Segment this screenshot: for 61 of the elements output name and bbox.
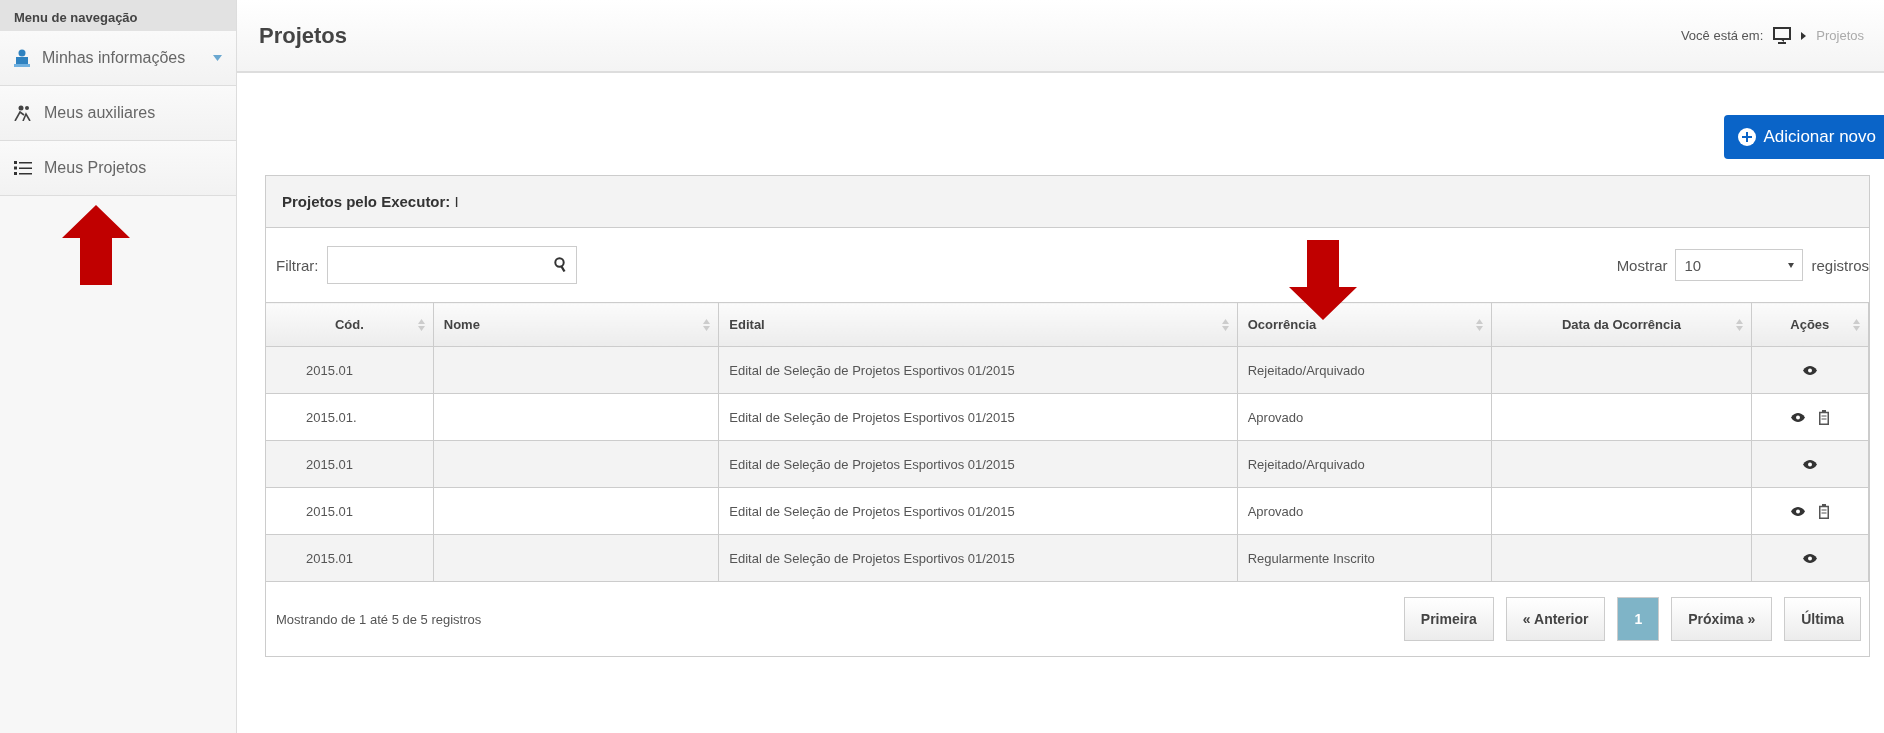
search-icon bbox=[553, 257, 566, 273]
sort-icon bbox=[1735, 319, 1743, 331]
plus-circle-icon bbox=[1737, 128, 1756, 146]
table-cell: Edital de Seleção de Projetos Esportivos 01/2015 bbox=[718, 440, 1238, 488]
caret-icon bbox=[213, 55, 222, 61]
caret-right-icon bbox=[1801, 31, 1807, 40]
breadcrumb-label: Você está em: bbox=[1680, 28, 1764, 43]
records-label: registros bbox=[1811, 256, 1869, 274]
table-cell: Edital de Seleção de Projetos Esportivos 01/2015 bbox=[718, 534, 1238, 582]
trash-icon[interactable] bbox=[1818, 503, 1829, 519]
sort-icon bbox=[1221, 319, 1229, 331]
table-cell: 2015.01 bbox=[266, 440, 434, 488]
filter-field[interactable] bbox=[326, 246, 577, 284]
down-arrow-icon bbox=[1289, 240, 1357, 320]
records-summary: Mostrando de 1 até 5 de 5 registros bbox=[276, 611, 482, 627]
sort-icon bbox=[703, 319, 711, 331]
person-icon bbox=[14, 49, 30, 67]
page-title: Projetos bbox=[259, 22, 348, 49]
list-icon bbox=[14, 160, 32, 176]
eye-icon[interactable] bbox=[1790, 412, 1805, 422]
add-new-button[interactable]: Adicionar novo bbox=[1723, 115, 1884, 159]
table-cell: Edital de Seleção de Projetos Esportivos 01/2015 bbox=[718, 346, 1238, 394]
sort-icon bbox=[417, 319, 425, 331]
pagination-button[interactable]: Última bbox=[1784, 597, 1861, 641]
table-cell: 2015.01 bbox=[266, 487, 434, 535]
table-cell: Edital de Seleção de Projetos Esportivos 01/2015 bbox=[718, 487, 1238, 535]
sort-icon bbox=[1853, 319, 1860, 331]
filter-label: Filtrar: bbox=[276, 256, 319, 274]
pagination-button[interactable]: Primeira bbox=[1403, 597, 1494, 641]
table-cell: 2015.01 bbox=[266, 346, 434, 394]
column-header[interactable]: Edital bbox=[718, 302, 1238, 347]
column-header[interactable]: Ações bbox=[1751, 302, 1869, 347]
column-header[interactable]: Nome bbox=[433, 302, 719, 347]
column-header[interactable]: Data da Ocorrência bbox=[1491, 302, 1752, 347]
up-arrow-icon bbox=[62, 205, 130, 285]
trash-icon[interactable] bbox=[1818, 409, 1829, 425]
pagination-button[interactable]: « Anterior bbox=[1505, 597, 1606, 641]
table-cell: 2015.01. bbox=[266, 393, 434, 441]
monitor-icon[interactable] bbox=[1773, 27, 1792, 44]
sort-icon bbox=[1476, 319, 1484, 331]
table-cell: Regularmente Inscrito bbox=[1237, 534, 1492, 582]
page-size-select[interactable]: 10 bbox=[1675, 249, 1804, 281]
table-cell: Edital de Seleção de Projetos Esportivos 01/2015 bbox=[718, 393, 1238, 441]
table-cell: Rejeitado/Arquivado bbox=[1237, 440, 1492, 488]
caret-down-icon bbox=[1788, 262, 1795, 268]
pagination-button[interactable]: Próxima » bbox=[1671, 597, 1773, 641]
panel-title: Projetos pelo Executor: I bbox=[282, 193, 459, 210]
sidebar-title: Menu de navegação bbox=[0, 0, 236, 31]
eye-icon[interactable] bbox=[1802, 365, 1817, 375]
breadcrumb-current: Projetos bbox=[1816, 28, 1864, 43]
table-cell: Aprovado bbox=[1237, 487, 1492, 535]
table-cell: Aprovado bbox=[1237, 393, 1492, 441]
people-icon bbox=[14, 105, 32, 121]
column-header[interactable]: Cód. bbox=[266, 302, 434, 347]
table-cell: Rejeitado/Arquivado bbox=[1237, 346, 1492, 394]
show-label: Mostrar bbox=[1616, 256, 1668, 274]
table-cell: 2015.01 bbox=[266, 534, 434, 582]
eye-icon[interactable] bbox=[1790, 506, 1805, 516]
eye-icon[interactable] bbox=[1802, 553, 1817, 563]
column-header[interactable]: Ocorrência bbox=[1237, 302, 1492, 347]
eye-icon[interactable] bbox=[1802, 459, 1817, 469]
